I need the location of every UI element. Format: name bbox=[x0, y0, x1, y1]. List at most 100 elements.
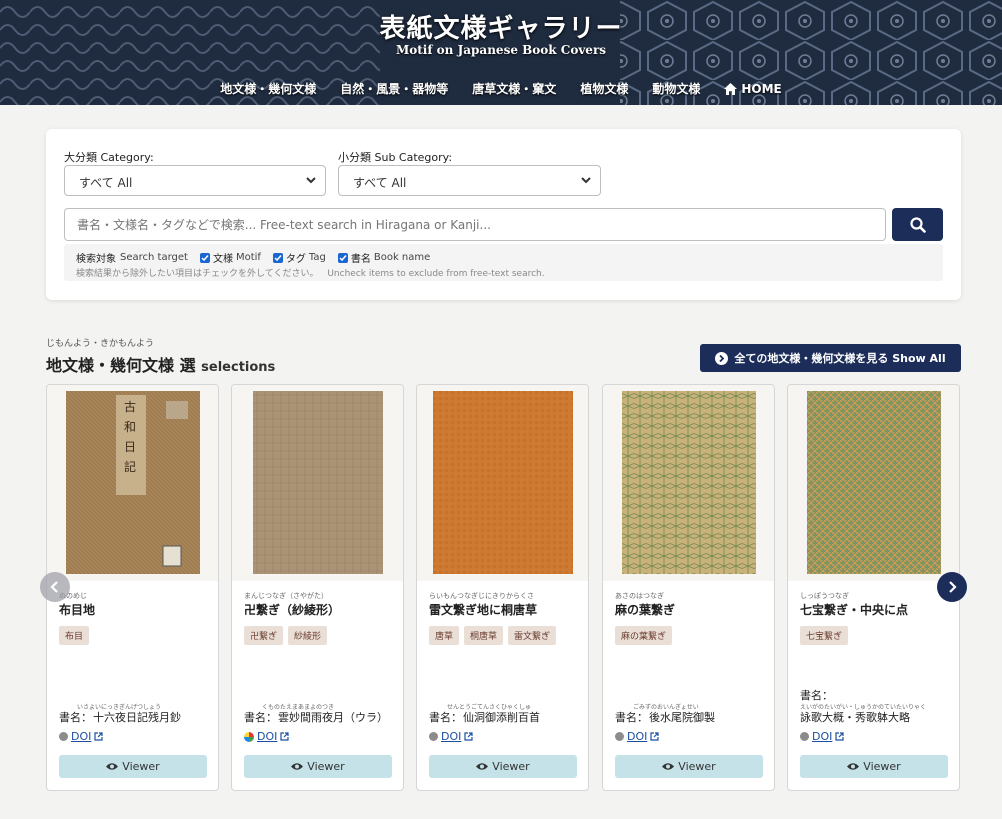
external-link-icon bbox=[94, 732, 103, 741]
eye-icon bbox=[847, 763, 860, 770]
search-icon bbox=[909, 216, 926, 233]
book-cover-image[interactable] bbox=[253, 391, 383, 574]
target-option-label-en: Book name bbox=[373, 252, 431, 263]
nav-arabesque[interactable]: 唐草文様・窠文 bbox=[460, 80, 568, 97]
status-dot-icon bbox=[800, 732, 809, 741]
book-cover-image[interactable] bbox=[433, 391, 573, 574]
viewer-button[interactable]: Viewer bbox=[244, 755, 392, 778]
section-title-en: selections bbox=[201, 360, 276, 375]
target-option-tag[interactable]: タグ Tag bbox=[272, 250, 326, 265]
viewer-button[interactable]: Viewer bbox=[615, 755, 763, 778]
checkbox-checked-icon[interactable] bbox=[272, 252, 283, 263]
external-link-icon bbox=[280, 732, 289, 741]
chevron-down-icon bbox=[581, 177, 591, 184]
category-label: 大分類 Category: bbox=[64, 151, 154, 164]
site-header: 表紙文様ギャラリー Motif on Japanese Book Covers … bbox=[0, 0, 1002, 105]
section-title: 地文様・幾何文様 選 selections bbox=[46, 352, 275, 376]
tag[interactable]: 七宝繋ぎ bbox=[800, 626, 849, 645]
target-option-motif[interactable]: 文様 Motif bbox=[199, 250, 261, 265]
doi-link[interactable]: DOI bbox=[59, 730, 103, 743]
doi-link[interactable]: DOI bbox=[800, 730, 844, 743]
show-all-label: 全ての地文様・幾何文様を見る Show All bbox=[734, 352, 946, 365]
site-title: 表紙文様ギャラリー bbox=[379, 14, 623, 44]
checkbox-checked-icon[interactable] bbox=[337, 252, 348, 263]
nav-plant[interactable]: 植物文様 bbox=[568, 80, 640, 97]
book-cover-image[interactable] bbox=[807, 391, 941, 574]
tag[interactable]: 紗綾形 bbox=[288, 626, 328, 645]
doi-link[interactable]: DOI bbox=[429, 730, 473, 743]
tag[interactable]: 麻の葉繋ぎ bbox=[615, 626, 673, 645]
card-tags: 七宝繋ぎ bbox=[800, 626, 849, 645]
card-tags: 卍繋ぎ 紗綾形 bbox=[244, 626, 328, 645]
card-motif-name[interactable]: 七宝繋ぎ・中央に点 bbox=[800, 601, 908, 618]
external-link-icon bbox=[835, 732, 844, 741]
card-motif-name[interactable]: 布目地 bbox=[59, 601, 95, 618]
card-motif-name[interactable]: 麻の葉繋ぎ bbox=[615, 601, 675, 618]
home-icon bbox=[724, 82, 738, 95]
nav-geometric[interactable]: 地文様・幾何文様 bbox=[208, 80, 328, 97]
doi-label: DOI bbox=[71, 730, 92, 743]
section-title-ja: 地文様・幾何文様 選 bbox=[46, 356, 196, 375]
search-hint-ja: 検索結果から除外したい項目はチェックを外してください。 bbox=[76, 269, 319, 279]
motif-card: あさのはつなぎ 麻の葉繋ぎ 麻の葉繋ぎ ごみずのおいんぎょせい 書名：後水尾院御… bbox=[602, 384, 775, 791]
viewer-button[interactable]: Viewer bbox=[800, 755, 948, 778]
search-button[interactable] bbox=[892, 208, 943, 241]
search-target-row: 検索対象 Search target 文様 Motif タグ Tag 書名 Bo… bbox=[76, 250, 430, 265]
card-image[interactable] bbox=[417, 385, 588, 581]
card-image[interactable] bbox=[603, 385, 774, 581]
card-tags: 唐草 桐唐草 雷文繋ぎ bbox=[429, 626, 557, 645]
search-hint-en: Uncheck items to exclude from free-text … bbox=[327, 269, 545, 279]
eye-icon bbox=[291, 763, 304, 770]
eye-icon bbox=[106, 763, 119, 770]
target-option-book[interactable]: 書名 Book name bbox=[337, 250, 431, 265]
subcategory-select[interactable]: すべて All bbox=[338, 165, 601, 196]
motif-card: らいもんつなぎじにきりからくさ 雷文繋ぎ地に桐唐草 唐草 桐唐草 雷文繋ぎ せん… bbox=[416, 384, 589, 791]
status-dot-icon bbox=[59, 732, 68, 741]
card-tags: 麻の葉繋ぎ bbox=[615, 626, 673, 645]
card-motif-ruby: らいもんつなぎじにきりからくさ bbox=[429, 592, 534, 600]
nav-animal[interactable]: 動物文様 bbox=[640, 80, 712, 97]
doi-label: DOI bbox=[257, 730, 278, 743]
checkbox-checked-icon[interactable] bbox=[199, 252, 210, 263]
doi-label: DOI bbox=[441, 730, 462, 743]
target-option-label: 書名 bbox=[350, 254, 371, 265]
viewer-button[interactable]: Viewer bbox=[59, 755, 207, 778]
eye-icon bbox=[662, 763, 675, 770]
doi-label: DOI bbox=[812, 730, 833, 743]
motif-card: 古 和 日 記 ぬのめじ 布目地 布目 いさよいにっきぎんげつしょう 書名：十六… bbox=[46, 384, 219, 791]
card-motif-name[interactable]: 雷文繋ぎ地に桐唐草 bbox=[429, 601, 537, 618]
card-image[interactable]: 古 和 日 記 bbox=[47, 385, 218, 581]
card-motif-ruby: まんじつなぎ（さやがた） bbox=[244, 592, 328, 600]
viewer-button[interactable]: Viewer bbox=[429, 755, 577, 778]
card-image[interactable] bbox=[788, 385, 959, 581]
tag[interactable]: 雷文繋ぎ bbox=[508, 626, 557, 645]
motif-card: しっぽうつなぎ 七宝繋ぎ・中央に点 七宝繋ぎ 書名： えいがのたいがい・しゅうか… bbox=[787, 384, 960, 791]
book-cover-image[interactable]: 古 和 日 記 bbox=[66, 391, 200, 574]
card-image[interactable] bbox=[232, 385, 403, 581]
svg-text:記: 記 bbox=[124, 459, 136, 474]
search-input[interactable] bbox=[64, 208, 886, 241]
show-all-button[interactable]: 全ての地文様・幾何文様を見る Show All bbox=[700, 344, 961, 372]
target-option-label-en: Motif bbox=[235, 252, 261, 263]
doi-link[interactable]: DOI bbox=[615, 730, 659, 743]
tag[interactable]: 卍繋ぎ bbox=[244, 626, 284, 645]
tag[interactable]: 布目 bbox=[59, 626, 90, 645]
book-name: 詠歌大概・秀歌躰大略 bbox=[800, 711, 910, 724]
book-name: 後水尾院御製 bbox=[649, 711, 715, 724]
nav-home[interactable]: HOME bbox=[712, 80, 793, 97]
search-target-label-en: Search target bbox=[120, 252, 188, 263]
card-motif-name[interactable]: 卍繋ぎ（紗綾形） bbox=[244, 601, 340, 618]
section-ruby: じもんよう・きかもんよう bbox=[46, 339, 155, 349]
carousel-prev-button[interactable] bbox=[40, 572, 70, 602]
tag[interactable]: 唐草 bbox=[429, 626, 460, 645]
doi-link[interactable]: DOI bbox=[244, 730, 289, 743]
category-select-value: すべて All bbox=[79, 176, 133, 190]
chevron-left-icon bbox=[50, 581, 58, 593]
category-select[interactable]: すべて All bbox=[64, 165, 326, 196]
book-cover-image[interactable] bbox=[622, 391, 756, 574]
nav-nature[interactable]: 自然・風景・器物等 bbox=[328, 80, 460, 97]
tag[interactable]: 桐唐草 bbox=[464, 626, 504, 645]
card-book: 書名：十六夜日記残月鈔 bbox=[59, 709, 181, 725]
carousel-next-button[interactable] bbox=[937, 572, 967, 602]
card-tags: 布目 bbox=[59, 626, 90, 645]
